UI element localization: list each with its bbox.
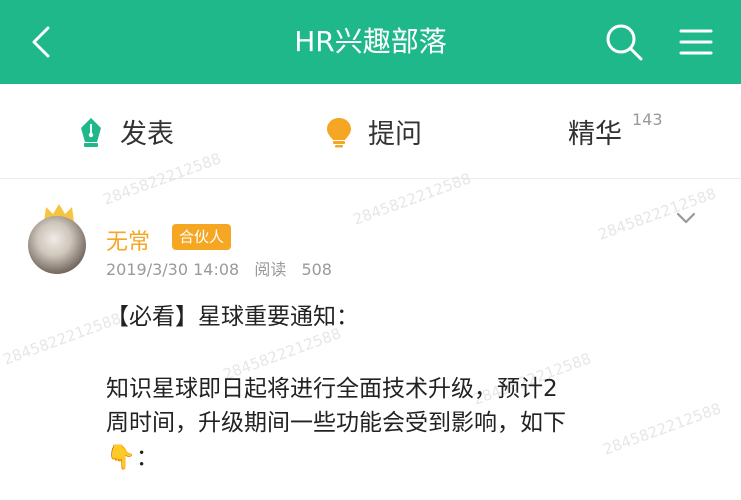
post-body-line: 周时间，升级期间一些功能会受到影响，如下 bbox=[106, 410, 566, 436]
tab-ask[interactable]: 提问 bbox=[322, 84, 422, 179]
watermark: 2845822212588 bbox=[0, 309, 124, 369]
read-label: 阅读 bbox=[254, 260, 287, 279]
post-body-colon: ： bbox=[135, 445, 159, 471]
search-icon[interactable] bbox=[602, 20, 646, 64]
role-badge: 合伙人 bbox=[172, 224, 232, 250]
watermark: 2845822212588 bbox=[595, 184, 719, 244]
pointing-down-emoji: 👇 bbox=[106, 443, 136, 471]
tab-publish[interactable]: 发表 bbox=[74, 84, 174, 179]
tab-publish-label: 发表 bbox=[120, 119, 174, 150]
author-avatar-group[interactable] bbox=[28, 202, 90, 282]
post-body-line: 知识星球即日起将进行全面技术升级，预计2 bbox=[106, 376, 558, 402]
tab-bar: 发表 提问 精华 bbox=[0, 84, 741, 179]
tab-ask-label: 提问 bbox=[368, 119, 422, 150]
post-body-line: 👇： bbox=[106, 440, 696, 475]
lightbulb-icon bbox=[327, 117, 351, 147]
top-bar: HR兴趣部落 bbox=[0, 0, 741, 84]
avatar[interactable] bbox=[28, 216, 86, 274]
page: HR兴趣部落 发表 提问 精华 143 2845822212588 284582… bbox=[0, 0, 741, 500]
author-name[interactable]: 无常 bbox=[106, 224, 150, 256]
digest-count-badge: 143 bbox=[632, 110, 663, 129]
tab-digest-label: 精华 bbox=[568, 119, 622, 150]
post-body: 知识星球即日起将进行全面技术升级，预计2 周时间，升级期间一些功能会受到影响，如… bbox=[106, 372, 696, 475]
post-meta: 2019/3/30 14:08 阅读 508 bbox=[106, 256, 332, 280]
hamburger-menu-icon[interactable] bbox=[676, 22, 716, 62]
post-title: 【必看】星球重要通知： bbox=[106, 304, 359, 330]
tab-digest[interactable]: 精华 bbox=[568, 84, 622, 179]
chevron-down-icon[interactable] bbox=[674, 206, 698, 230]
pen-nib-icon bbox=[81, 117, 101, 147]
post-timestamp: 2019/3/30 14:08 bbox=[106, 260, 240, 279]
read-count: 508 bbox=[301, 260, 332, 279]
